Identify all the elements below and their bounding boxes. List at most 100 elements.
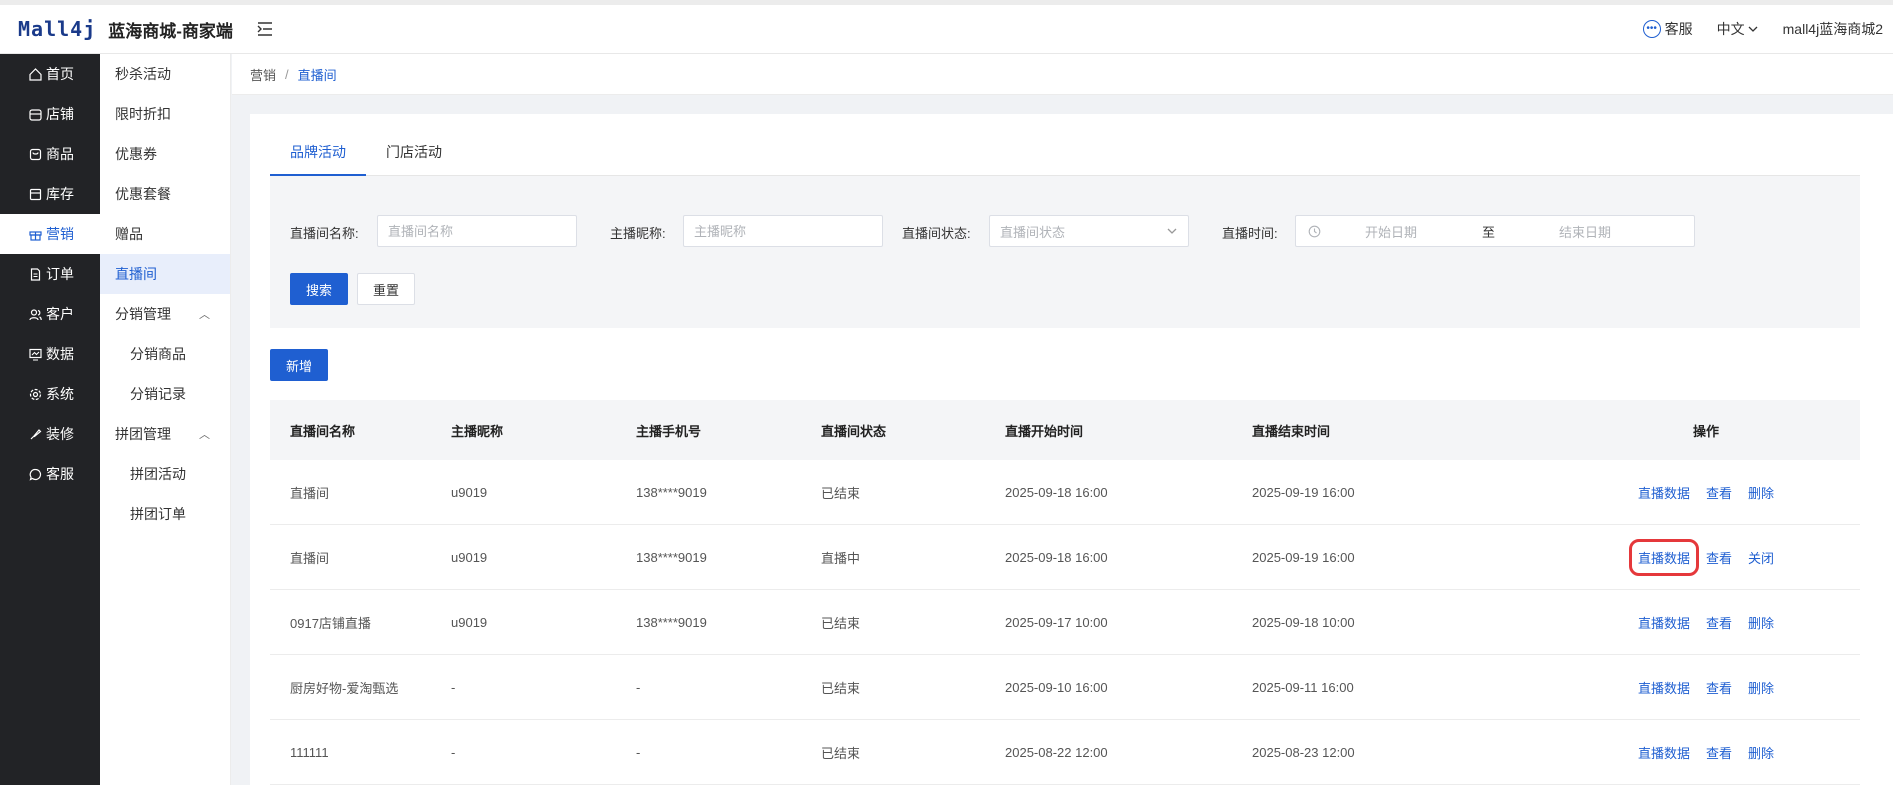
cell-anchor-nickname: u9019 xyxy=(451,614,488,630)
cell-room-name: 厨房好物-爱淘甄选 xyxy=(290,680,399,696)
subnav-item-group-activity[interactable]: 拼团活动 xyxy=(100,454,230,494)
sidebar-item-label: 商品 xyxy=(46,146,74,162)
cell-end-time: 2025-09-19 16:00 xyxy=(1252,484,1355,500)
chevron-up-icon: ︿ xyxy=(199,309,210,321)
sidebar-item-orders[interactable]: 订单 xyxy=(0,254,100,294)
tab-store-activity[interactable]: 门店活动 xyxy=(366,142,462,176)
delete-link[interactable]: 删除 xyxy=(1748,483,1774,502)
anchor-nickname-input[interactable] xyxy=(683,215,883,247)
cell-room-status: 已结束 xyxy=(821,485,861,501)
logo[interactable]: Mall4j 蓝海商城-商家端 xyxy=(0,17,250,42)
end-date-placeholder[interactable]: 结束日期 xyxy=(1559,222,1611,241)
delete-link[interactable]: 删除 xyxy=(1748,613,1774,632)
sidebar-item-data[interactable]: 数据 xyxy=(0,334,100,374)
subnav-item-limited-discount[interactable]: 限时折扣 xyxy=(100,94,230,134)
subnav-item-bundles[interactable]: 优惠套餐 xyxy=(100,174,230,214)
header-anchor-nickname: 主播昵称 xyxy=(451,423,504,439)
subnav-group-distribution[interactable]: 分销管理 ︿ xyxy=(100,294,230,334)
delete-link[interactable]: 删除 xyxy=(1748,678,1774,697)
room-status-select[interactable]: 直播间状态 xyxy=(989,215,1189,247)
subnav-item-flash-sale[interactable]: 秒杀活动 xyxy=(100,54,230,94)
search-button[interactable]: 搜索 xyxy=(290,273,348,305)
breadcrumb: 营销 / 直播间 xyxy=(232,54,1893,95)
live-data-link[interactable]: 直播数据 xyxy=(1638,678,1690,697)
header-room-name: 直播间名称 xyxy=(290,423,356,439)
sidebar-item-label: 系统 xyxy=(46,386,74,402)
subnav-group-group-buy[interactable]: 拼团管理 ︿ xyxy=(100,414,230,454)
cell-anchor-phone: - xyxy=(636,679,641,695)
settings-icon xyxy=(28,387,42,401)
subnav-label: 优惠套餐 xyxy=(115,186,171,202)
cell-room-name: 0917店铺直播 xyxy=(290,615,371,631)
view-link[interactable]: 查看 xyxy=(1706,483,1732,502)
add-button[interactable]: 新增 xyxy=(270,349,328,381)
sidebar-item-system[interactable]: 系统 xyxy=(0,374,100,414)
main-sidebar: 首页 店铺 商品 库存 营销 订单 客户 数据 系统 装修 客服 xyxy=(0,54,100,785)
language-switcher[interactable]: 中文 xyxy=(1717,19,1759,39)
view-link[interactable]: 查看 xyxy=(1706,613,1732,632)
room-name-label: 直播间名称: xyxy=(290,226,359,241)
table-row: 直播间 u9019 138****9019 已结束 2025-09-18 16:… xyxy=(270,460,1860,525)
room-name-input[interactable] xyxy=(377,215,577,247)
subnav-item-distribution-records[interactable]: 分销记录 xyxy=(100,374,230,414)
subnav-item-distribution-goods[interactable]: 分销商品 xyxy=(100,334,230,374)
app-name: 蓝海商城-商家端 xyxy=(108,21,233,41)
cell-end-time: 2025-09-11 16:00 xyxy=(1252,679,1354,695)
live-data-link[interactable]: 直播数据 xyxy=(1638,743,1690,762)
subnav-label: 拼团管理 xyxy=(115,426,171,442)
cell-anchor-phone: 138****9019 xyxy=(636,549,707,565)
cell-anchor-phone: - xyxy=(636,744,641,760)
sidebar-item-label: 库存 xyxy=(46,186,74,202)
view-link[interactable]: 查看 xyxy=(1706,548,1732,567)
sidebar-item-service[interactable]: 客服 xyxy=(0,454,100,494)
subnav-item-group-orders[interactable]: 拼团订单 xyxy=(100,494,230,534)
reset-button[interactable]: 重置 xyxy=(357,273,415,305)
cell-end-time: 2025-09-18 10:00 xyxy=(1252,614,1355,630)
subnav-item-gifts[interactable]: 赠品 xyxy=(100,214,230,254)
cell-room-name: 直播间 xyxy=(290,550,330,566)
delete-link[interactable]: 删除 xyxy=(1748,743,1774,762)
cell-room-name: 直播间 xyxy=(290,485,330,501)
live-data-link[interactable]: 直播数据 xyxy=(1638,483,1690,502)
clock-icon xyxy=(1308,225,1321,238)
customer-service-button[interactable]: ••• 客服 xyxy=(1642,19,1693,39)
subnav-label: 限时折扣 xyxy=(115,106,171,122)
table-row: 直播间 u9019 138****9019 直播中 2025-09-18 16:… xyxy=(270,525,1860,590)
sidebar-item-marketing[interactable]: 营销 xyxy=(0,214,100,254)
sidebar-item-label: 营销 xyxy=(46,226,74,242)
live-data-link[interactable]: 直播数据 xyxy=(1638,613,1690,632)
menu-fold-icon[interactable] xyxy=(254,18,276,40)
live-time-range-picker[interactable]: 开始日期 至 结束日期 xyxy=(1295,215,1695,247)
chevron-down-icon xyxy=(1166,224,1178,238)
cell-room-status: 已结束 xyxy=(821,615,861,631)
cell-end-time: 2025-09-19 16:00 xyxy=(1252,549,1355,565)
filter-panel: 直播间名称: 主播昵称: 直播间状态: 直播间状态 直播时间: 开始日期 至 结… xyxy=(270,176,1860,328)
view-link[interactable]: 查看 xyxy=(1706,678,1732,697)
subnav-label: 分销管理 xyxy=(115,306,171,322)
start-date-placeholder[interactable]: 开始日期 xyxy=(1365,222,1417,241)
shop-icon xyxy=(28,107,42,121)
brush-icon xyxy=(28,427,42,441)
room-status-placeholder: 直播间状态 xyxy=(1000,224,1066,240)
sidebar-item-customers[interactable]: 客户 xyxy=(0,294,100,334)
subnav-label: 直播间 xyxy=(115,266,157,282)
subnav-item-coupons[interactable]: 优惠券 xyxy=(100,134,230,174)
breadcrumb-parent[interactable]: 营销 xyxy=(250,65,276,84)
range-separator: 至 xyxy=(1482,224,1496,240)
subnav-item-live-room[interactable]: 直播间 xyxy=(100,254,230,294)
sidebar-item-home[interactable]: 首页 xyxy=(0,54,100,94)
header-actions: 操作 xyxy=(1692,423,1719,439)
tab-brand-activity[interactable]: 品牌活动 xyxy=(270,142,366,176)
sidebar-item-goods[interactable]: 商品 xyxy=(0,134,100,174)
breadcrumb-current: 直播间 xyxy=(297,67,337,83)
view-link[interactable]: 查看 xyxy=(1706,743,1732,762)
user-menu[interactable]: mall4j蓝海商城2 xyxy=(1783,19,1883,39)
close-link[interactable]: 关闭 xyxy=(1748,548,1774,567)
cell-actions: 直播数据 查看 关闭 xyxy=(1552,538,1860,576)
sidebar-item-shop[interactable]: 店铺 xyxy=(0,94,100,134)
customer-service-label: 客服 xyxy=(1664,21,1693,37)
live-data-link-highlighted[interactable]: 直播数据 xyxy=(1628,538,1699,576)
sidebar-item-decoration[interactable]: 装修 xyxy=(0,414,100,454)
sidebar-item-stock[interactable]: 库存 xyxy=(0,174,100,214)
cell-anchor-nickname: - xyxy=(451,744,456,760)
